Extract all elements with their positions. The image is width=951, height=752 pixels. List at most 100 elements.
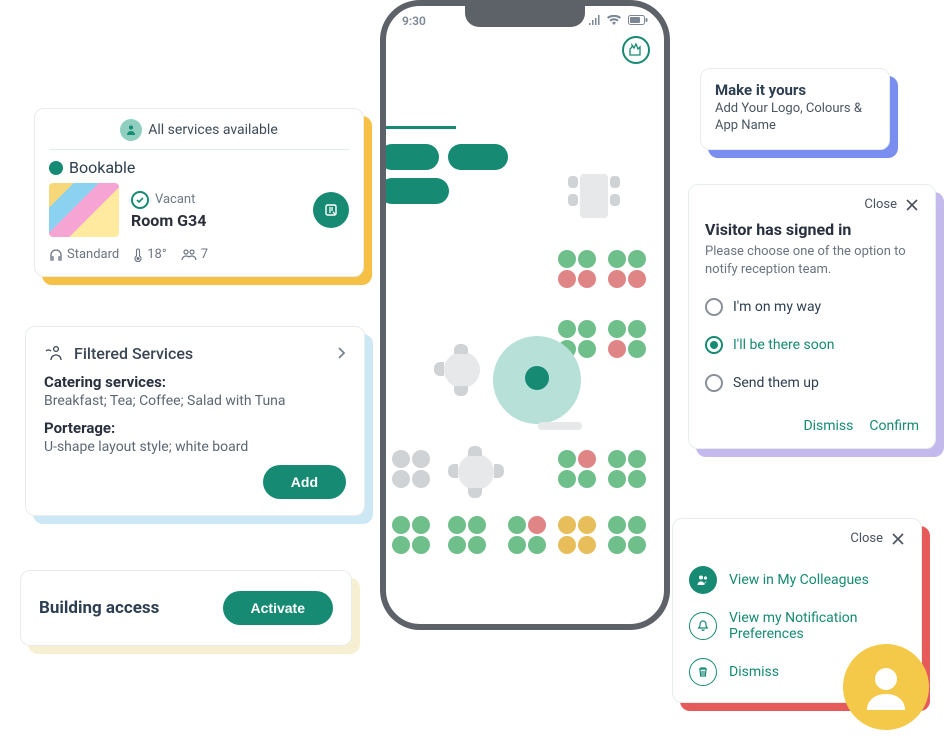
item-label: View in My Colleagues [729,572,869,588]
option-label: I'll be there soon [733,337,834,353]
radio-icon [705,374,723,392]
chair [454,386,468,396]
desk-cluster[interactable] [558,450,598,488]
visitor-card: Close Visitor has signed in Please choos… [688,184,936,449]
chevron-right-icon[interactable] [336,346,346,360]
thermometer-icon [133,248,143,262]
colleagues-icon [689,566,717,594]
phone-frame: 9:30 [380,0,670,630]
chair [494,464,504,478]
chair [468,488,482,498]
battery-icon [628,15,648,25]
option-label: I'm on my way [733,299,821,315]
temperature: 18° [133,247,166,262]
small-table [458,454,494,490]
visitor-option-2[interactable]: Send them up [705,374,919,392]
room-row[interactable]: Vacant Room G34 [49,183,349,237]
close-icon [905,198,919,212]
filtered-services-card: Filtered Services Catering services: Bre… [25,326,365,516]
legend-label: Bookable [69,158,135,177]
desk-cluster [392,450,432,488]
visitor-close[interactable]: Close [705,197,919,212]
desk-cluster[interactable] [508,516,548,554]
bookable-legend: Bookable [49,158,349,177]
user-avatar[interactable] [843,644,929,730]
visitor-option-0[interactable]: I'm on my way [705,298,919,316]
visitor-option-1[interactable]: I'll be there soon [705,336,919,354]
chair [568,194,578,206]
visitor-title: Visitor has signed in [705,220,919,239]
desk-cluster[interactable] [558,250,598,288]
meta-temp-label: 18° [147,247,166,262]
bar [538,422,582,430]
desk-cluster[interactable] [448,516,488,554]
desk-cluster[interactable] [608,516,648,554]
services-header-text: All services available [148,122,278,138]
view-preferences[interactable]: View my Notification Preferences [689,610,905,642]
room-status: Vacant [131,191,301,209]
porterage-body: U-shape layout style; white board [44,439,346,455]
legend-dot [49,161,63,175]
visitor-confirm[interactable]: Confirm [869,418,919,434]
option-label: Send them up [733,375,819,391]
skyline-icon [629,43,643,57]
visitor-dismiss[interactable]: Dismiss [803,418,853,434]
close-icon [891,532,905,546]
item-label: View my Notification Preferences [729,610,905,642]
room-status-label: Vacant [155,192,195,207]
radio-icon [705,298,723,316]
desk-cluster[interactable] [558,516,598,554]
miy-subtitle: Add Your Logo, Colours & App Name [715,101,875,135]
services-badge-icon [120,119,142,141]
chair [468,446,482,456]
desk-cluster[interactable] [608,320,648,358]
building-access-title: Building access [39,598,159,618]
chair [610,176,620,188]
bell-icon [689,612,717,640]
phone-tab-indicator [380,126,456,129]
building-access-card: Building access Activate [20,570,352,646]
notif-close[interactable]: Close [689,531,905,546]
chair [448,464,458,478]
headphones-icon [49,248,63,262]
desk-cluster[interactable] [608,250,648,288]
meta-capacity-label: 7 [201,247,208,262]
room-name: Room G34 [131,211,301,230]
wifi-icon [607,15,621,25]
people-icon [181,248,197,262]
service-icon [44,343,64,363]
audio-standard: Standard [49,247,119,262]
round-table-center [525,366,549,390]
activate-button[interactable]: Activate [223,591,333,625]
phone-status-icons [584,14,648,28]
chair [434,362,444,376]
meeting-table [580,174,608,218]
chair [568,176,578,188]
catering-label: Catering services: [44,373,346,391]
add-button[interactable]: Add [263,465,346,499]
small-table [444,352,480,388]
chair [610,194,620,206]
check-icon [131,191,149,209]
floor-map[interactable] [398,166,652,608]
desk-cluster[interactable] [392,516,432,554]
view-colleagues[interactable]: View in My Colleagues [689,566,905,594]
catering-body: Breakfast; Tea; Coffee; Salad with Tuna [44,393,346,409]
trash-icon [689,658,717,686]
services-card: All services available Bookable Vacant R… [34,108,364,277]
make-it-yours-card: Make it yours Add Your Logo, Colours & A… [700,68,890,150]
miy-title: Make it yours [715,81,875,99]
desk-cluster[interactable] [608,450,648,488]
phone-notch [465,5,585,27]
phone-profile-avatar[interactable] [622,36,650,64]
signal-icon [588,15,600,25]
phone-time: 9:30 [402,14,426,28]
room-meta: Standard 18° 7 [49,247,349,262]
services-header: All services available [49,119,349,150]
person-icon [859,660,913,714]
chair [454,344,468,354]
room-edit-button[interactable] [313,192,349,228]
porterage-label: Porterage: [44,419,346,437]
item-label: Dismiss [729,664,779,680]
close-label: Close [850,531,883,546]
